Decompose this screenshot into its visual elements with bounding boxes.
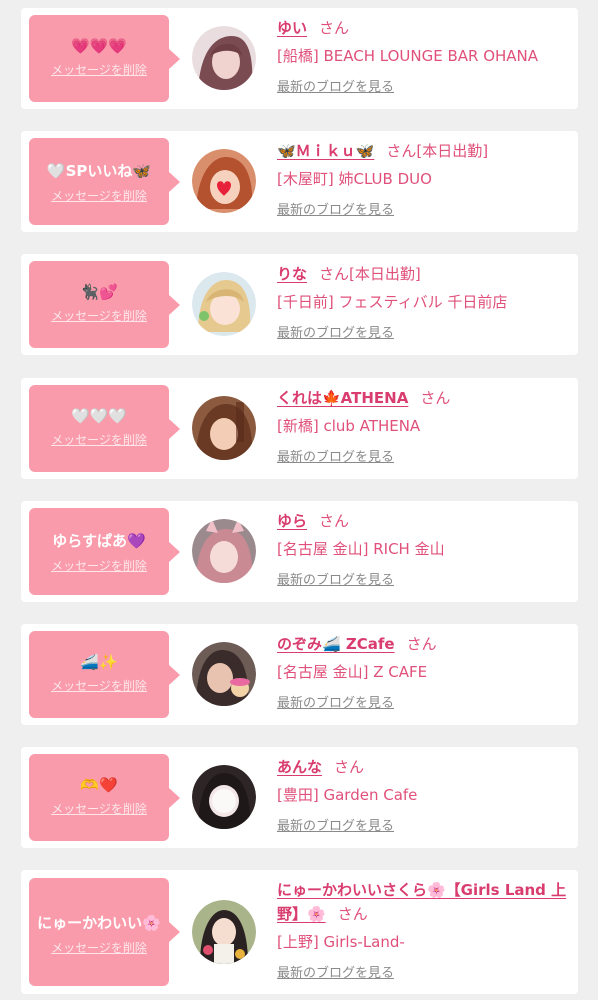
honorific: さん — [386, 142, 417, 160]
cast-name-link[interactable]: にゅーかわいいさくら🌸【Girls Land 上野】🌸 — [277, 881, 566, 923]
shop-name: [豊田] Garden Cafe — [277, 786, 418, 804]
avatar[interactable] — [192, 26, 256, 90]
message-text: 🤍🤍🤍 — [70, 407, 128, 425]
shop-name: [千日前] フェスティバル 千日前店 — [277, 293, 508, 311]
list-item: 🫶❤️ メッセージを削除 あんな さん [豊田] Garden Cafe 最新のブ… — [21, 747, 578, 848]
message-text: 💗💗💗 — [70, 37, 128, 55]
list-item: ゆらすぱあ💜 メッセージを削除 ゆら さん [名古屋 金山] RICH 金山 最新… — [21, 501, 578, 602]
message-text: 🐈‍⬛💕 — [80, 283, 118, 301]
avatar[interactable] — [192, 642, 256, 706]
shop-name: [名古屋 金山] Z CAFE — [277, 663, 428, 681]
delete-message-link[interactable]: メッセージを削除 — [51, 939, 147, 956]
honorific: さん — [319, 19, 350, 37]
delete-message-link[interactable]: メッセージを削除 — [51, 187, 147, 204]
latest-blog-link[interactable]: 最新のブログを見る — [277, 569, 394, 588]
message-bubble: 🫶❤️ メッセージを削除 — [29, 754, 180, 841]
list-item: 🚄✨ メッセージを削除 のぞみ🚄 ZCafe さん [名古屋 金山] Z CAFE… — [21, 624, 578, 725]
message-bubble: 🤍🤍🤍 メッセージを削除 — [29, 385, 180, 472]
cast-name-link[interactable]: ゆい — [277, 19, 307, 37]
latest-blog-link[interactable]: 最新のブログを見る — [277, 446, 394, 465]
honorific: さん — [337, 905, 368, 923]
latest-blog-link[interactable]: 最新のブログを見る — [277, 76, 394, 95]
delete-message-link[interactable]: メッセージを削除 — [51, 557, 147, 574]
delete-message-link[interactable]: メッセージを削除 — [51, 800, 147, 817]
shop-name: [新橋] club ATHENA — [277, 417, 421, 435]
message-bubble: にゅーかわいい🌸 メッセージを削除 — [29, 878, 180, 986]
message-bubble: 🐈‍⬛💕 メッセージを削除 — [29, 261, 180, 348]
message-text: 🫶❤️ — [80, 776, 118, 794]
latest-blog-link[interactable]: 最新のブログを見る — [277, 322, 394, 341]
message-bubble: ゆらすぱあ💜 メッセージを削除 — [29, 508, 180, 595]
honorific: さん — [319, 265, 350, 283]
message-bubble: 🤍SPいいね🦋 メッセージを削除 — [29, 138, 180, 225]
cast-name-link[interactable]: 🦋Ｍｉｋｕ🦋 — [277, 142, 374, 160]
delete-message-link[interactable]: メッセージを削除 — [51, 677, 147, 694]
list-item: 🐈‍⬛💕 メッセージを削除 りな さん[本日出勤] [千日前] フェスティバル 千… — [21, 254, 578, 355]
latest-blog-link[interactable]: 最新のブログを見る — [277, 199, 394, 218]
honorific: さん — [420, 389, 451, 407]
latest-blog-link[interactable]: 最新のブログを見る — [277, 692, 394, 711]
message-text: ゆらすぱあ💜 — [52, 532, 146, 550]
message-bubble: 🚄✨ メッセージを削除 — [29, 631, 180, 718]
list-item: にゅーかわいい🌸 メッセージを削除 にゅーかわいいさくら🌸【Girls Land… — [21, 870, 578, 994]
avatar[interactable] — [192, 149, 256, 213]
delete-message-link[interactable]: メッセージを削除 — [51, 431, 147, 448]
honorific: さん — [319, 512, 350, 530]
shop-name: [木屋町] 姉CLUB DUO — [277, 170, 432, 188]
shop-name: [名古屋 金山] RICH 金山 — [277, 540, 445, 558]
delete-message-link[interactable]: メッセージを削除 — [51, 307, 147, 324]
list-item: 🤍🤍🤍 メッセージを削除 くれは🍁ATHENA さん [新橋] club ATHE… — [21, 378, 578, 479]
delete-message-link[interactable]: メッセージを削除 — [51, 61, 147, 78]
message-bubble: 💗💗💗 メッセージを削除 — [29, 15, 180, 102]
message-text: 🤍SPいいね🦋 — [46, 162, 152, 180]
avatar[interactable] — [192, 765, 256, 829]
shop-name: [船橋] BEACH LOUNGE BAR OHANA — [277, 47, 539, 65]
cast-name-link[interactable]: あんな — [277, 758, 322, 776]
latest-blog-link[interactable]: 最新のブログを見る — [277, 815, 394, 834]
honorific: さん — [334, 758, 365, 776]
cast-name-link[interactable]: くれは🍁ATHENA — [277, 389, 408, 407]
list-item: 🤍SPいいね🦋 メッセージを削除 🦋Ｍｉｋｕ🦋 さん[本日出勤] [木屋町] 姉C… — [21, 131, 578, 232]
cast-name-link[interactable]: のぞみ🚄 ZCafe — [277, 635, 395, 653]
message-text: にゅーかわいい🌸 — [37, 914, 161, 932]
cast-name-link[interactable]: りな — [277, 265, 307, 283]
message-list: 💗💗💗 メッセージを削除 ゆい さん [船橋] BEACH LOUNGE BAR … — [0, 0, 598, 1000]
status-text: [本日出勤] — [349, 265, 421, 283]
cast-name-link[interactable]: ゆら — [277, 512, 307, 530]
status-text: [本日出勤] — [416, 142, 489, 160]
avatar[interactable] — [192, 396, 256, 460]
latest-blog-link[interactable]: 最新のブログを見る — [277, 962, 394, 981]
avatar[interactable] — [192, 900, 256, 964]
avatar[interactable] — [192, 519, 256, 583]
list-item: 💗💗💗 メッセージを削除 ゆい さん [船橋] BEACH LOUNGE BAR … — [21, 8, 578, 109]
shop-name: [上野] Girls-Land- — [277, 933, 405, 951]
honorific: さん — [406, 635, 437, 653]
message-text: 🚄✨ — [80, 653, 118, 671]
avatar[interactable] — [192, 272, 256, 336]
